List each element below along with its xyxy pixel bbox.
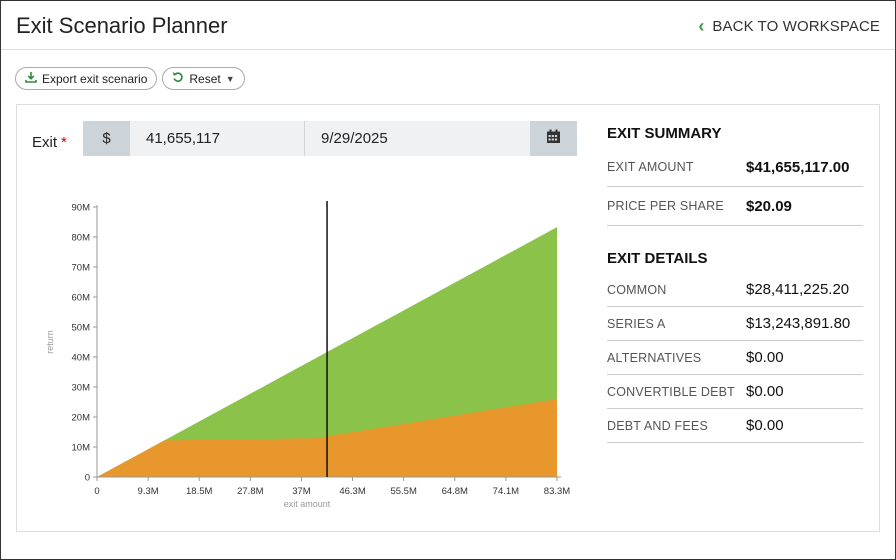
y-tick-label: 50M [72,323,91,334]
summary-label: PRICE PER SHARE [607,199,724,213]
page-header: Exit Scenario Planner ‹ BACK TO WORKSPAC… [1,1,895,50]
x-tick-label: 83.3M [544,486,570,497]
details-row-series-a: SERIES A $13,243,891.80 [607,307,863,341]
exit-scenario-panel: Exit * $ 41,655,117 9/29/2025 0 10M 20M 30M 4… [16,104,880,532]
calendar-button[interactable] [530,121,577,156]
exit-date-input[interactable]: 9/29/2025 [305,121,530,156]
exit-label-text: Exit [32,134,58,151]
details-row-convertible-debt: CONVERTIBLE DEBT $0.00 [607,375,863,409]
y-tick-label: 0 [85,473,90,484]
back-to-workspace-link[interactable]: ‹ BACK TO WORKSPACE [698,17,880,35]
details-value: $0.00 [746,383,784,400]
summary-value: $41,655,117.00 [746,158,850,176]
undo-icon [172,71,184,86]
y-axis-label: return [45,330,55,354]
export-button-label: Export exit scenario [42,71,148,86]
exit-returns-chart[interactable]: 0 10M 20M 30M 40M 50M 60M 70M 80M 90M 0 9.3M 18.5M 27… [37,195,577,515]
exit-amount-input[interactable]: 41,655,117 [130,121,305,156]
details-label: ALTERNATIVES [607,350,702,365]
summary-row-price-per-share: PRICE PER SHARE $20.09 [607,187,863,226]
currency-addon: $ [83,121,130,156]
summary-rows: EXIT AMOUNT $41,655,117.00 PRICE PER SHA… [607,148,863,226]
reset-button-label: Reset [189,71,221,86]
exit-summary: EXIT SUMMARY EXIT AMOUNT $41,655,117.00 … [607,125,863,443]
details-value: $0.00 [746,349,784,366]
required-mark: * [61,134,67,151]
x-tick-label: 74.1M [493,486,519,497]
exit-input-group: $ 41,655,117 9/29/2025 [83,121,577,156]
details-row-common: COMMON $28,411,225.20 [607,273,863,307]
summary-row-exit-amount: EXIT AMOUNT $41,655,117.00 [607,148,863,187]
details-value: $28,411,225.20 [746,281,850,298]
summary-label: EXIT AMOUNT [607,160,694,174]
x-tick-label: 27.8M [237,486,263,497]
details-row-alternatives: ALTERNATIVES $0.00 [607,341,863,375]
x-tick-label: 55.5M [390,486,416,497]
export-exit-scenario-button[interactable]: Export exit scenario [15,67,158,90]
x-tick-label: 46.3M [339,486,365,497]
x-tick-label: 64.8M [442,486,468,497]
details-row-debt-and-fees: DEBT AND FEES $0.00 [607,409,863,443]
y-tick-label: 20M [72,413,91,424]
exit-details-title: EXIT DETAILS [607,250,708,267]
reset-button[interactable]: Reset ▼ [162,67,245,90]
details-value: $0.00 [746,417,784,434]
summary-value: $20.09 [746,197,792,215]
chevron-left-icon: ‹ [698,16,705,36]
details-label: SERIES A [607,316,666,331]
caret-down-icon: ▼ [225,73,235,84]
download-icon [25,71,37,86]
page-title: Exit Scenario Planner [16,13,228,38]
x-tick-label: 0 [94,486,99,497]
y-tick-label: 40M [72,353,91,364]
details-label: CONVERTIBLE DEBT [607,384,735,399]
toolbar: Export exit scenario Reset ▼ [15,67,245,90]
y-tick-label: 60M [72,293,91,304]
exit-summary-title: EXIT SUMMARY [607,125,722,142]
x-tick-label: 18.5M [186,486,212,497]
y-tick-label: 70M [72,263,91,274]
x-tick-label: 9.3M [138,486,159,497]
details-label: COMMON [607,282,667,297]
x-axis-label: exit amount [284,499,331,509]
y-tick-label: 10M [72,443,91,454]
y-tick-label: 80M [72,233,91,244]
details-label: DEBT AND FEES [607,418,709,433]
y-tick-label: 30M [72,383,91,394]
y-tick-label: 90M [72,203,91,214]
details-rows: COMMON $28,411,225.20 SERIES A $13,243,8… [607,273,863,443]
details-value: $13,243,891.80 [746,315,851,332]
calendar-icon [546,129,561,149]
x-tick-label: 37M [292,486,311,497]
back-link-label: BACK TO WORKSPACE [712,17,880,35]
exit-label: Exit * [32,134,67,151]
